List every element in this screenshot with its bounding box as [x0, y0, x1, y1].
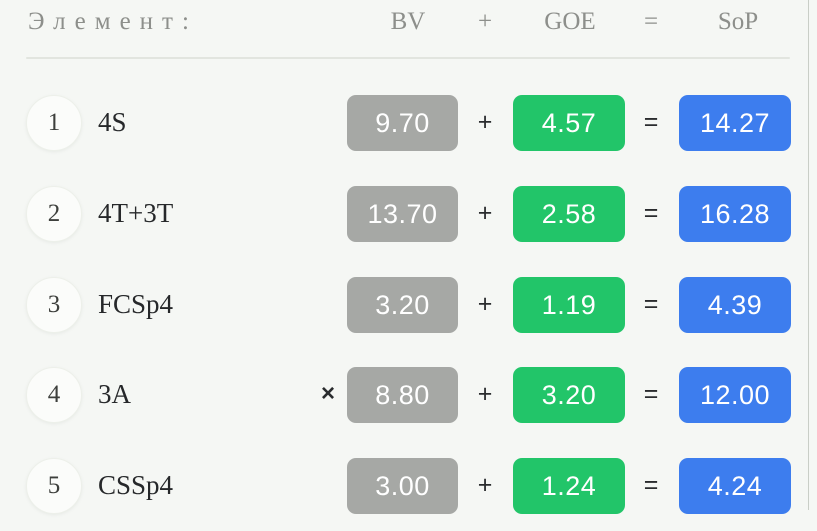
equals-operator: =: [643, 470, 659, 499]
table-header: Элемент: BV + GOE = SoP: [0, 0, 800, 45]
sop-value-badge: 4.24: [679, 458, 791, 514]
plus-operator: +: [477, 470, 493, 499]
multiplier-icon: [314, 186, 342, 240]
table-row[interactable]: 4 3A × 8.80 + 3.20 = 12.00: [0, 350, 800, 440]
table-row[interactable]: 2 4T+3T 13.70 + 2.58 = 16.28: [0, 169, 800, 259]
row-number-badge: 5: [26, 458, 82, 514]
equals-operator: =: [643, 289, 659, 318]
header-plus-symbol: +: [477, 8, 493, 35]
header-divider: [26, 57, 790, 59]
equals-operator: =: [643, 379, 659, 408]
goe-value-badge: 3.20: [513, 367, 625, 423]
row-number-badge: 3: [26, 277, 82, 333]
bv-value-badge: 13.70: [347, 186, 458, 242]
header-bv-label: BV: [390, 8, 426, 35]
equals-operator: =: [643, 107, 659, 136]
table-row[interactable]: 3 FCSp4 3.20 + 1.19 = 4.39: [0, 260, 800, 350]
equals-operator: =: [643, 198, 659, 227]
element-name: 4T+3T: [98, 197, 174, 228]
multiplier-icon: ×: [320, 380, 335, 407]
header-element-label: Элемент:: [28, 8, 198, 35]
element-name: 3A: [98, 378, 131, 409]
bv-value-badge: 9.70: [347, 95, 458, 151]
multiplier-icon: [314, 277, 342, 331]
header-equals-symbol: =: [643, 8, 659, 35]
sop-value-badge: 4.39: [679, 277, 791, 333]
goe-value-badge: 1.19: [513, 277, 625, 333]
row-number-badge: 2: [26, 186, 82, 242]
sop-value-badge: 16.28: [679, 186, 791, 242]
multiplier-icon: [314, 95, 342, 149]
bv-value-badge: 8.80: [347, 367, 458, 423]
plus-operator: +: [477, 289, 493, 318]
element-name: CSSp4: [98, 469, 174, 500]
header-goe-label: GOE: [544, 8, 596, 35]
element-name: 4S: [98, 106, 127, 137]
plus-operator: +: [477, 107, 493, 136]
header-sop-label: SoP: [717, 8, 759, 35]
element-name: FCSp4: [98, 288, 174, 319]
bv-value-badge: 3.00: [347, 458, 458, 514]
scoring-sheet: Элемент: BV + GOE = SoP 1 4S 9.70 + 4.57…: [0, 0, 817, 514]
goe-value-badge: 2.58: [513, 186, 625, 242]
goe-value-badge: 4.57: [513, 95, 625, 151]
right-edge-divider: [808, 0, 809, 510]
row-number-badge: 4: [26, 367, 82, 423]
row-number-badge: 1: [26, 95, 82, 151]
table-row[interactable]: 5 CSSp4 3.00 + 1.24 = 4.24: [0, 441, 800, 531]
goe-value-badge: 1.24: [513, 458, 625, 514]
plus-operator: +: [477, 198, 493, 227]
bv-value-badge: 3.20: [347, 277, 458, 333]
multiplier-icon: [314, 458, 342, 512]
sop-value-badge: 14.27: [679, 95, 791, 151]
table-row[interactable]: 1 4S 9.70 + 4.57 = 14.27: [0, 78, 800, 168]
plus-operator: +: [477, 379, 493, 408]
sop-value-badge: 12.00: [679, 367, 791, 423]
